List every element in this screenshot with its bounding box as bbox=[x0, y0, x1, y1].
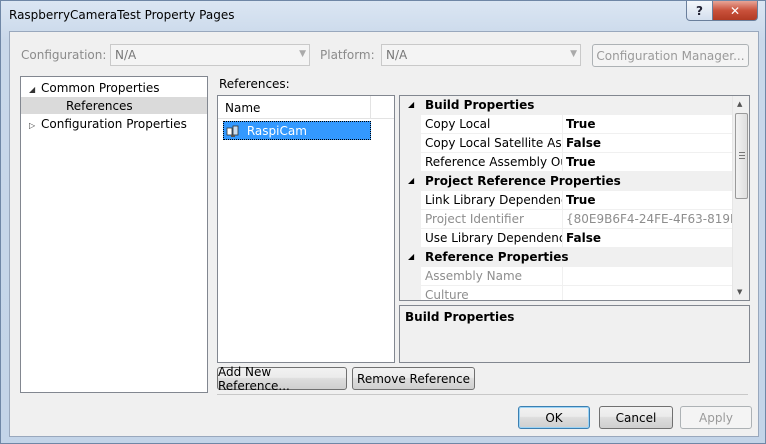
property-name: Assembly Name bbox=[425, 269, 523, 283]
expanded-triangle-icon[interactable]: ◢ bbox=[408, 176, 414, 185]
collapsed-triangle-icon: ▷ bbox=[29, 121, 36, 130]
property-row[interactable]: Use Library Dependency InputsFalse bbox=[400, 229, 733, 248]
column-separator bbox=[562, 134, 563, 152]
list-item[interactable]: RaspiCam bbox=[223, 121, 371, 140]
tree-item-label: Common Properties bbox=[41, 81, 160, 95]
expanded-triangle-icon[interactable]: ◢ bbox=[408, 100, 414, 109]
ok-button[interactable]: OK bbox=[518, 406, 590, 429]
property-row[interactable]: Link Library DependenciesTrue bbox=[400, 191, 733, 210]
reference-icon bbox=[226, 125, 240, 137]
property-row[interactable]: Project Identifier {80E9B6F4-24FE-4F63-81… bbox=[400, 210, 733, 229]
tree-item-common-properties[interactable]: ◢ Common Properties bbox=[29, 81, 160, 95]
property-pages-window: RaspberryCameraTest Property Pages ? ✕ C… bbox=[0, 0, 766, 444]
dialog-body: Configuration: N/A ▼ Platform: N/A ▼ Con… bbox=[9, 31, 759, 437]
grid-scrollbar[interactable]: ▲ ▼ bbox=[732, 96, 749, 300]
column-separator bbox=[562, 229, 563, 247]
separator bbox=[217, 394, 748, 395]
description-title: Build Properties bbox=[405, 310, 515, 324]
property-value[interactable]: {80E9B6F4-24FE-4F63-819D-1750 bbox=[566, 212, 733, 226]
category-label: Build Properties bbox=[425, 98, 535, 112]
property-value[interactable]: False bbox=[566, 231, 733, 245]
window-title: RaspberryCameraTest Property Pages bbox=[9, 8, 235, 22]
list-header: Name bbox=[218, 96, 394, 119]
tree-item-label: Configuration Properties bbox=[41, 117, 187, 131]
property-value[interactable]: True bbox=[566, 117, 733, 131]
remove-reference-button[interactable]: Remove Reference bbox=[352, 367, 475, 390]
grid-category-row[interactable]: ◢ Build Properties bbox=[400, 96, 733, 115]
property-name: Link Library Dependencies bbox=[425, 193, 563, 207]
help-icon: ? bbox=[696, 3, 703, 18]
configuration-select[interactable]: N/A ▼ bbox=[110, 44, 310, 66]
property-name: Reference Assembly Output bbox=[425, 155, 563, 169]
references-list: Name RaspiCam bbox=[217, 95, 395, 363]
column-separator bbox=[562, 210, 563, 228]
property-row[interactable]: Reference Assembly OutputTrue bbox=[400, 153, 733, 172]
cancel-button[interactable]: Cancel bbox=[599, 406, 673, 429]
property-name: Culture bbox=[425, 288, 469, 301]
scroll-down-icon[interactable]: ▼ bbox=[737, 288, 742, 296]
platform-select[interactable]: N/A ▼ bbox=[381, 44, 581, 66]
expanded-triangle-icon: ◢ bbox=[29, 85, 36, 94]
category-tree: ◢ Common Properties References ▷ Configura… bbox=[20, 76, 208, 393]
add-new-reference-button[interactable]: Add New Reference... bbox=[217, 365, 347, 393]
column-separator bbox=[562, 115, 563, 133]
title-bar[interactable]: RaspberryCameraTest Property Pages ? ✕ bbox=[1, 1, 765, 31]
column-separator bbox=[562, 267, 563, 285]
property-value[interactable]: True bbox=[566, 193, 733, 207]
chevron-down-icon: ▼ bbox=[570, 49, 577, 59]
reference-name: RaspiCam bbox=[246, 124, 307, 138]
tree-item-references[interactable]: References bbox=[66, 99, 133, 113]
platform-value: N/A bbox=[386, 48, 408, 62]
property-grid-rows: ◢ Build Properties Copy Local True Copy Loca… bbox=[400, 96, 733, 300]
property-name: Copy Local bbox=[425, 117, 491, 131]
category-label: Project Reference Properties bbox=[425, 174, 621, 188]
category-label: Reference Properties bbox=[425, 250, 569, 264]
tree-item-configuration-properties[interactable]: ▷ Configuration Properties bbox=[29, 117, 187, 131]
tree-item-label: References bbox=[66, 99, 133, 113]
scrollbar-thumb[interactable] bbox=[735, 113, 748, 199]
column-separator bbox=[562, 153, 563, 171]
platform-label: Platform: bbox=[320, 48, 375, 62]
column-separator bbox=[562, 191, 563, 209]
configuration-manager-button[interactable]: Configuration Manager... bbox=[592, 44, 749, 67]
property-value[interactable]: False bbox=[566, 136, 733, 150]
property-row[interactable]: Copy Local True bbox=[400, 115, 733, 134]
property-grid: ◢ Build Properties Copy Local True Copy Loca… bbox=[399, 95, 750, 301]
grid-category-row[interactable]: ◢ Reference Properties bbox=[400, 248, 733, 267]
column-header-name[interactable]: Name bbox=[225, 101, 260, 115]
expanded-triangle-icon[interactable]: ◢ bbox=[408, 252, 414, 261]
description-pane: Build Properties bbox=[399, 305, 750, 363]
close-button[interactable]: ✕ bbox=[712, 1, 758, 21]
property-value[interactable]: True bbox=[566, 155, 733, 169]
column-divider bbox=[370, 96, 371, 118]
chevron-down-icon: ▼ bbox=[299, 49, 306, 59]
column-separator bbox=[562, 286, 563, 300]
property-row[interactable]: Copy Local Satellite AssembliesFalse bbox=[400, 134, 733, 153]
property-name: Use Library Dependency Inputs bbox=[425, 231, 563, 245]
close-icon: ✕ bbox=[729, 3, 741, 18]
property-name: Copy Local Satellite Assemblies bbox=[425, 136, 563, 150]
references-label: References: bbox=[219, 77, 290, 91]
help-button[interactable]: ? bbox=[686, 1, 713, 21]
property-row[interactable]: Culture bbox=[400, 286, 733, 301]
grid-category-row[interactable]: ◢ Project Reference Properties bbox=[400, 172, 733, 191]
configuration-value: N/A bbox=[115, 48, 137, 62]
scroll-up-icon[interactable]: ▲ bbox=[737, 100, 742, 108]
property-row[interactable]: Assembly Name bbox=[400, 267, 733, 286]
apply-button[interactable]: Apply bbox=[680, 406, 752, 429]
property-name: Project Identifier bbox=[425, 212, 524, 226]
configuration-label: Configuration: bbox=[21, 48, 107, 62]
